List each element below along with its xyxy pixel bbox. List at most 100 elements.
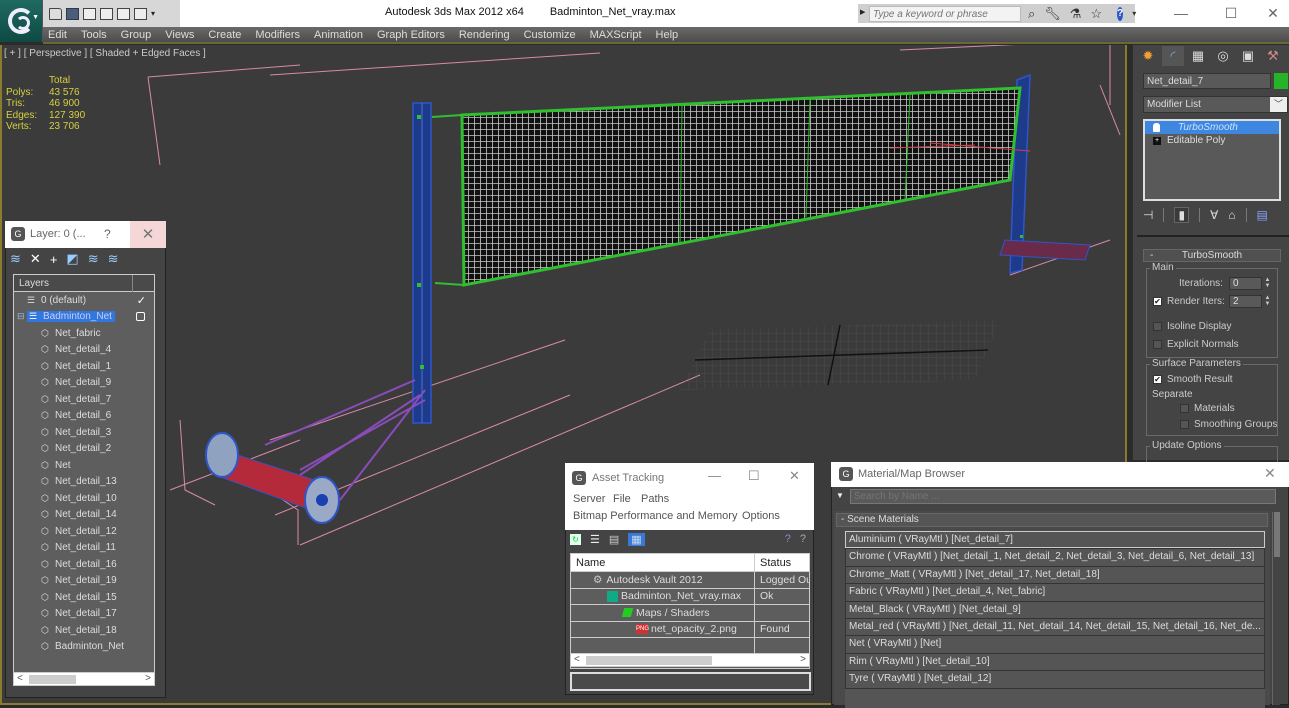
menu-tools[interactable]: Tools (74, 29, 114, 41)
new-layer-icon[interactable]: ≋ (10, 251, 21, 267)
material-row[interactable]: Aluminium ( VRayMtl ) [Net_detail_7] (845, 531, 1265, 549)
help-icon[interactable]: ? (1117, 6, 1124, 21)
column-header-layers[interactable]: Layers (19, 278, 49, 289)
wrench-icon[interactable]: 🔧︎ (1044, 7, 1061, 20)
render-iters-spinner[interactable]: ▲ ▼ (1264, 295, 1271, 308)
material-row[interactable]: Fabric ( VRayMtl ) [Net_detail_4, Net_fa… (845, 583, 1265, 601)
separate-materials-checkbox[interactable] (1180, 404, 1189, 413)
layer-object-row[interactable]: ⬡ Net_detail_4 (14, 342, 154, 359)
explicit-normals-checkbox[interactable] (1153, 340, 1162, 349)
table-row[interactable]: ⚙ Autodesk Vault 2012 Logged Ou (571, 572, 809, 589)
clipboard-icon[interactable] (100, 7, 113, 20)
object-color-swatch[interactable] (1274, 73, 1288, 89)
undo-icon[interactable] (117, 7, 130, 20)
close-button[interactable]: ✕ (1258, 3, 1288, 23)
modifier-list-dropdown[interactable]: Modifier List (1143, 96, 1288, 113)
layer-row[interactable]: ⊟ ☰ Badminton_Net (14, 309, 154, 326)
layer-object-row[interactable]: ⬡ Net_detail_1 (14, 358, 154, 375)
minimize-button[interactable]: — (708, 468, 721, 483)
layer-object-row[interactable]: ⬡ Net_detail_14 (14, 507, 154, 524)
layer-object-row[interactable]: ⬡ Net_detail_16 (14, 556, 154, 573)
create-icon[interactable]: ✹ (1137, 46, 1159, 66)
remove-modifier-icon[interactable]: ⌂ (1228, 208, 1235, 222)
column-header-current[interactable] (132, 275, 154, 292)
iterations-field[interactable] (1229, 277, 1262, 290)
layer-object-row[interactable]: ⬡ Net_detail_9 (14, 375, 154, 392)
menu-animation[interactable]: Animation (307, 29, 370, 41)
layer-object-row[interactable]: ⬡ Net_detail_7 (14, 391, 154, 408)
star-icon[interactable]: ☆ (1090, 7, 1102, 20)
layer-row[interactable]: ☰ 0 (default) ✓ (14, 292, 154, 309)
render-iters-field[interactable] (1229, 295, 1262, 308)
column-header-name[interactable]: Name (571, 554, 754, 571)
configure-sets-icon[interactable]: ▤ (1257, 208, 1268, 222)
menu-paths[interactable]: Paths (641, 493, 669, 505)
material-row[interactable]: Net ( VRayMtl ) [Net] (845, 635, 1265, 653)
help-icon[interactable]: ? (785, 533, 791, 545)
layer-object-row[interactable]: ⬡ Badminton_Net (14, 639, 154, 656)
layer-object-row[interactable]: ⬡ Net_detail_2 (14, 441, 154, 458)
search-by-name-input[interactable] (850, 489, 1276, 504)
horizontal-scrollbar[interactable]: < > (13, 672, 155, 686)
hierarchy-icon[interactable]: ▦ (1187, 46, 1209, 66)
vertical-scrollbar[interactable] (1272, 512, 1280, 705)
menu-maxscript[interactable]: MAXScript (583, 29, 649, 41)
utilities-icon[interactable]: ⚒ (1262, 46, 1284, 66)
viewport-label-menu[interactable]: [ + ] [ Perspective ] [ Shaded + Edged F… (4, 48, 206, 59)
scroll-right-icon[interactable]: > (145, 673, 151, 684)
binoculars-icon[interactable]: ⌕ (1028, 7, 1035, 20)
table-row[interactable]: PNG net_opacity_2.png Found (571, 621, 809, 638)
layer-object-row[interactable]: ⬡ Net_detail_13 (14, 474, 154, 491)
table-row[interactable]: Maps / Shaders (571, 605, 809, 622)
material-row[interactable]: Metal_red ( VRayMtl ) [Net_detail_11, Ne… (845, 617, 1265, 636)
search-expand-icon[interactable]: ▶ (860, 8, 865, 16)
horizontal-scrollbar[interactable]: < > (570, 653, 810, 667)
material-row[interactable]: Chrome ( VRayMtl ) [Net_detail_1, Net_de… (845, 548, 1265, 566)
table-view-icon[interactable]: ▦ (628, 532, 645, 546)
tree-view-icon[interactable]: ▤ (609, 533, 619, 546)
isoline-display-checkbox[interactable] (1153, 322, 1162, 331)
help-dropdown-icon[interactable]: ▾ (1132, 9, 1136, 18)
layer-object-row[interactable]: ⬡ Net_detail_18 (14, 622, 154, 639)
layer-object-row[interactable]: ⬡ Net_detail_12 (14, 523, 154, 540)
current-layer-checkmark-icon[interactable]: ✓ (137, 294, 146, 307)
scrollbar-thumb[interactable] (29, 675, 76, 684)
add-selection-icon[interactable]: + (50, 252, 58, 267)
menu-create[interactable]: Create (201, 29, 248, 41)
new-scene-icon[interactable] (83, 7, 96, 20)
close-button[interactable]: ✕ (789, 468, 800, 484)
chevron-down-icon[interactable]: ﹀ (1270, 97, 1287, 112)
select-objects-icon[interactable]: ◩ (66, 251, 78, 267)
asset-path-field[interactable] (570, 672, 811, 691)
menu-file[interactable]: File (613, 493, 631, 505)
iterations-spinner[interactable]: ▲ ▼ (1264, 277, 1271, 290)
material-row[interactable]: Rim ( VRayMtl ) [Net_detail_10] (845, 652, 1265, 671)
menu-group[interactable]: Group (114, 29, 159, 41)
customize-dropdown-icon[interactable]: ▾ (151, 9, 155, 18)
menu-modifiers[interactable]: Modifiers (248, 29, 307, 41)
context-help-icon[interactable]: ? (800, 533, 806, 545)
column-header-status[interactable]: Status (754, 554, 809, 571)
open-folder-icon[interactable] (49, 7, 62, 20)
object-name-field[interactable] (1143, 73, 1271, 89)
scrollbar-thumb[interactable] (1274, 512, 1280, 557)
display-icon[interactable]: ▣ (1237, 46, 1259, 66)
material-browser-titlebar[interactable]: G Material/Map Browser ✕ (831, 462, 1289, 487)
layer-object-row[interactable]: ⬡ Net_fabric (14, 325, 154, 342)
close-button[interactable]: ✕ (130, 221, 166, 248)
set-current-checkbox[interactable] (136, 312, 145, 322)
menu-server[interactable]: Server (573, 493, 605, 505)
scrollbar-thumb[interactable] (586, 656, 712, 665)
layer-object-row[interactable]: ⬡ Net_detail_19 (14, 573, 154, 590)
hide-layer-icon[interactable]: ≋ (108, 251, 119, 267)
help-button[interactable]: ? (104, 227, 111, 241)
layer-object-row[interactable]: ⬡ Net (14, 457, 154, 474)
highlight-layer-icon[interactable]: ≋ (88, 251, 99, 267)
layer-object-row[interactable]: ⬡ Net_detail_15 (14, 589, 154, 606)
menu-rendering[interactable]: Rendering (452, 29, 517, 41)
redo-icon[interactable] (134, 7, 147, 20)
satellite-icon[interactable]: ⚗ (1070, 7, 1082, 20)
menu-customize[interactable]: Customize (517, 29, 583, 41)
stack-item-turbosmooth[interactable]: TurboSmooth (1145, 121, 1279, 134)
menu-help[interactable]: Help (649, 29, 686, 41)
